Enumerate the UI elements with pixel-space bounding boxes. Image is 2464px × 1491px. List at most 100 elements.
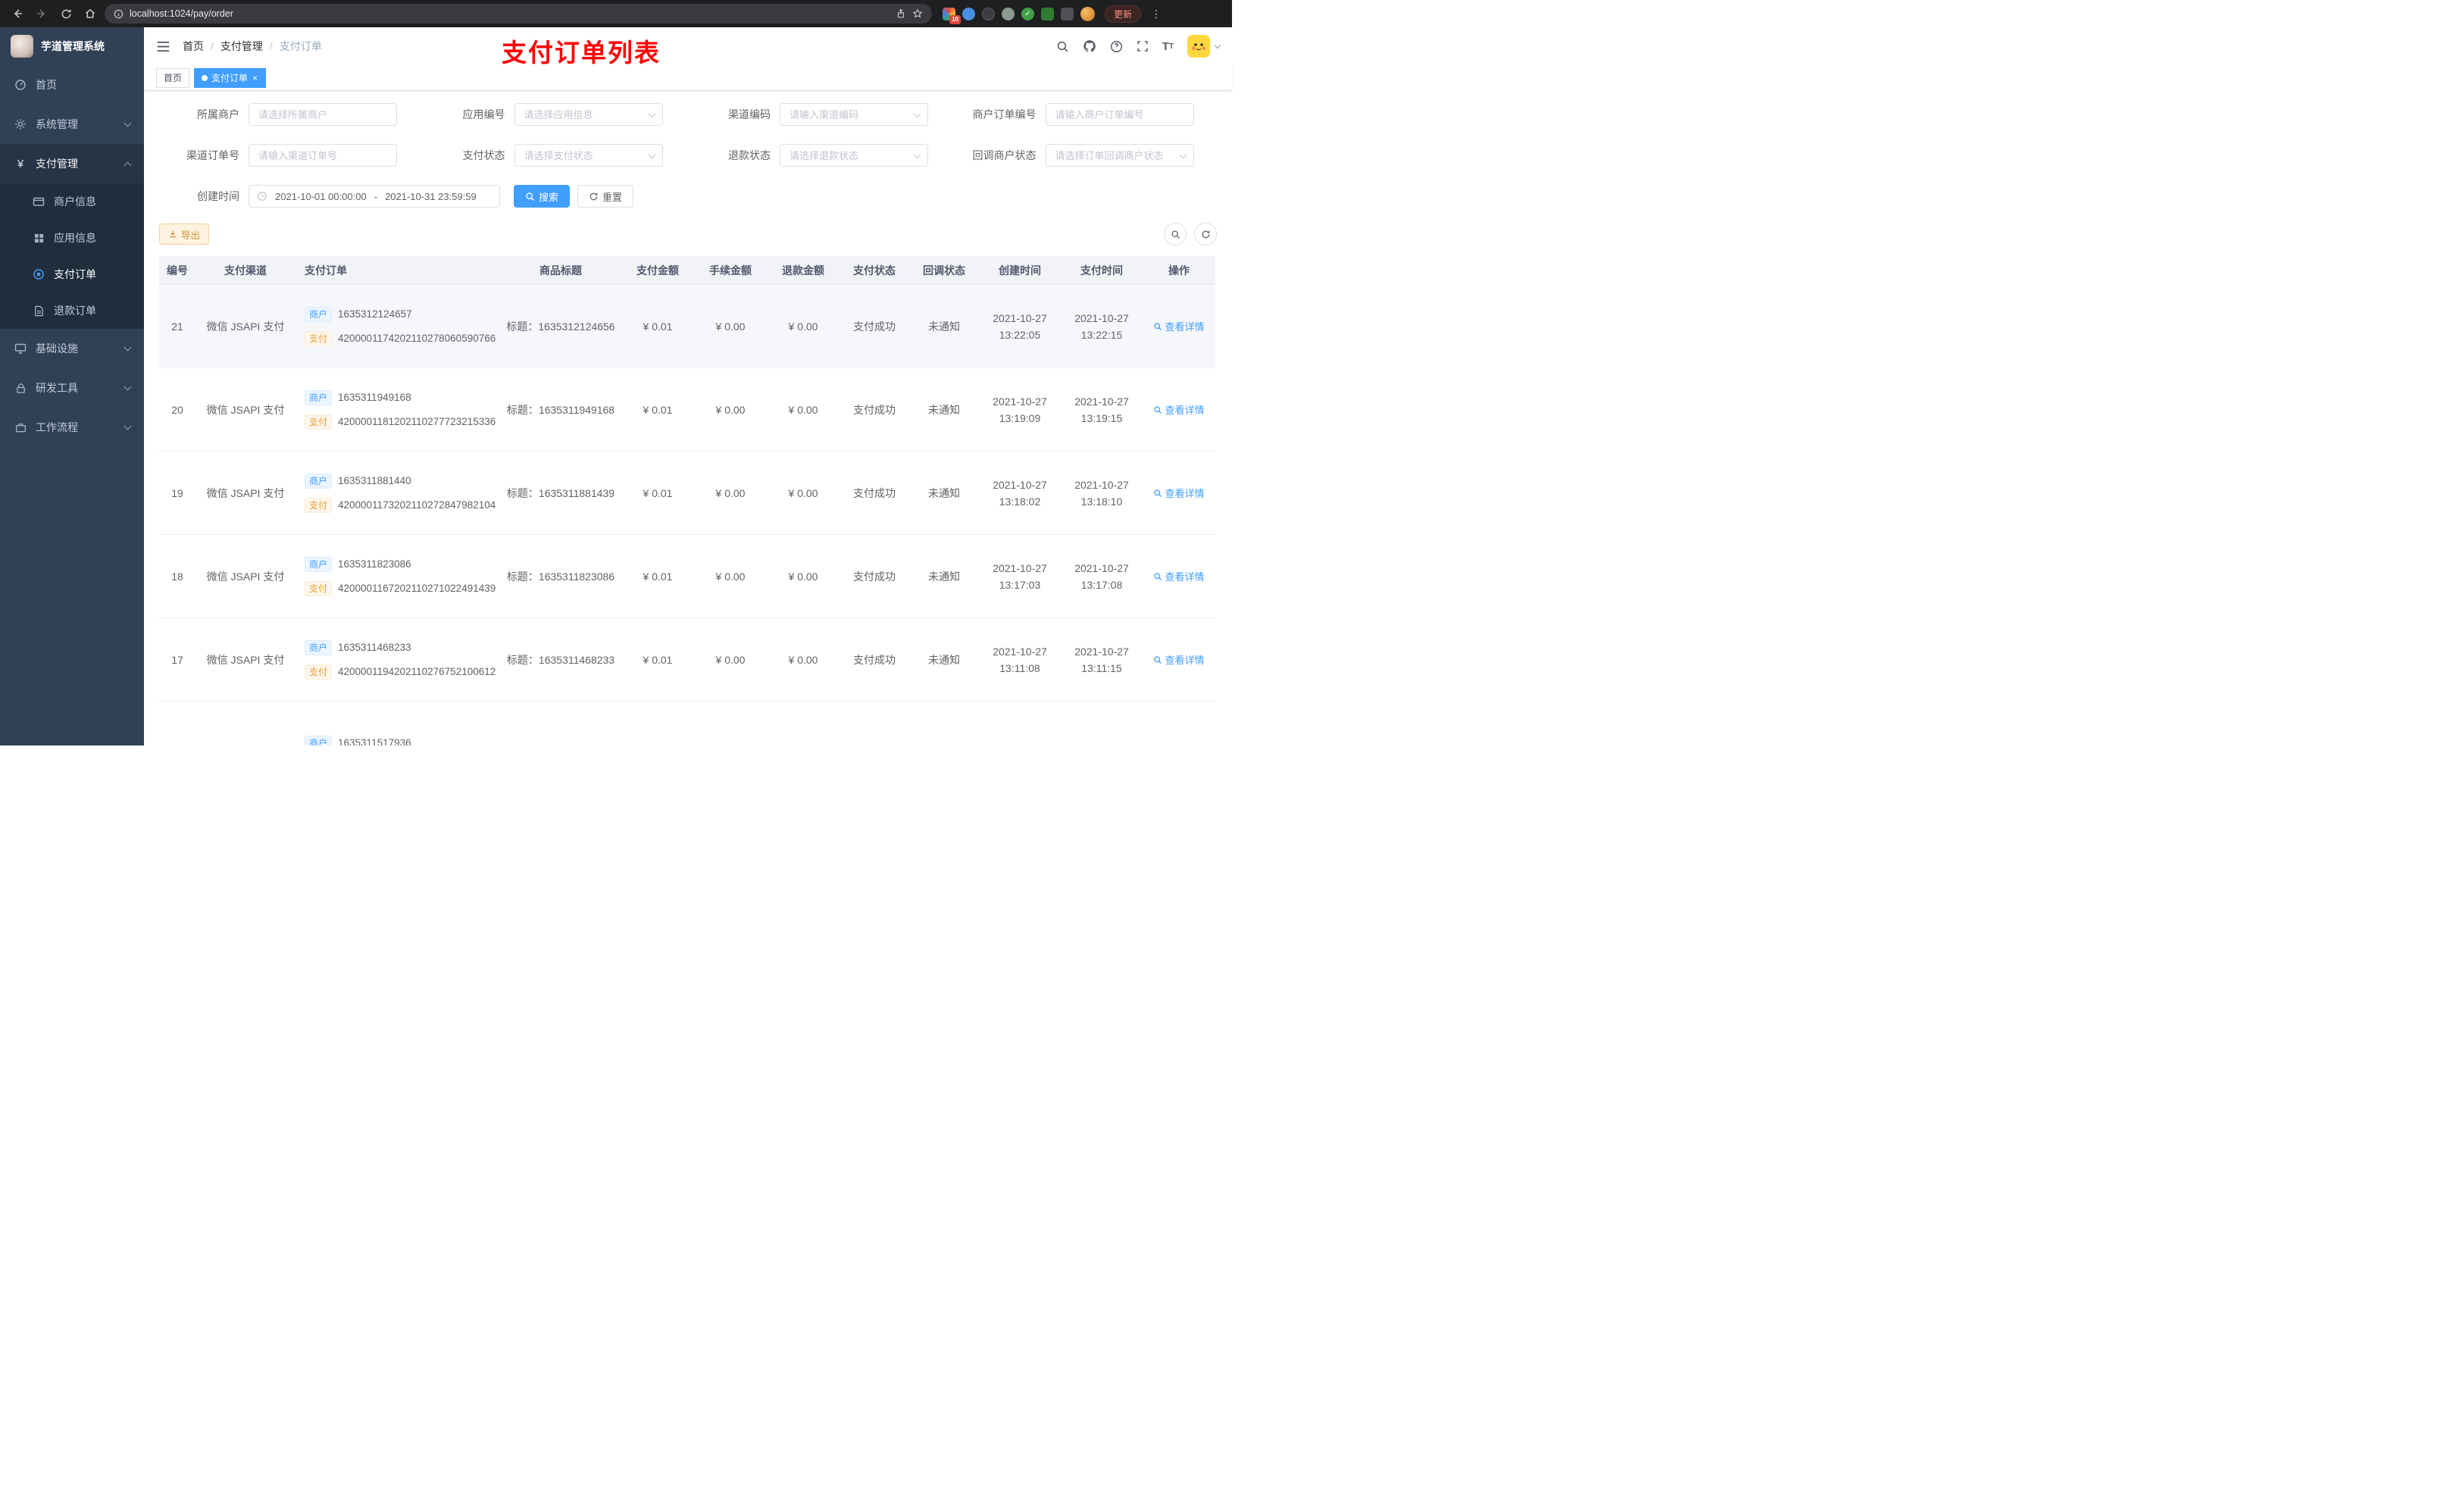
close-icon[interactable]: ×: [252, 73, 258, 83]
reload-icon[interactable]: [56, 4, 76, 23]
tab-home[interactable]: 首页: [156, 67, 190, 88]
create-time-range[interactable]: 2021-10-01 00:00:00 - 2021-10-31 23:59:5…: [249, 185, 500, 208]
search-icon[interactable]: [1056, 40, 1069, 53]
view-detail-link[interactable]: 查看详情: [1153, 569, 1205, 583]
url-bar[interactable]: localhost:1024/pay/order: [105, 4, 932, 23]
sidebar-item-devtools[interactable]: 研发工具: [0, 368, 144, 408]
fullscreen-icon[interactable]: [1137, 40, 1149, 52]
filter-label: 所属商户: [197, 108, 239, 120]
channel-order-no: 4200001173202110272847982104: [338, 499, 496, 511]
extension-icon-colorful[interactable]: 10: [943, 7, 961, 24]
merchant-order-no-input[interactable]: [1045, 103, 1194, 126]
monitor-icon: [14, 342, 27, 355]
table-row[interactable]: 21 微信 JSAPI 支付 商户 1635312124657 支付 4200001…: [159, 285, 1215, 368]
back-icon[interactable]: [8, 4, 27, 23]
cell-amount: ¥ 0.01: [643, 320, 673, 333]
cell-notify: 未通知: [928, 403, 960, 416]
url-text[interactable]: localhost:1024/pay/order: [130, 8, 890, 19]
view-detail-link[interactable]: 查看详情: [1153, 402, 1205, 417]
extension-icon-dark-circle[interactable]: [982, 7, 995, 20]
cell-status: 支付成功: [853, 570, 896, 583]
extension-icon-gray[interactable]: [1002, 7, 1015, 20]
table-row[interactable]: 商户 1635311517936: [159, 702, 1215, 746]
breadcrumb-payment[interactable]: 支付管理: [220, 39, 263, 54]
channel-code-select[interactable]: [780, 103, 928, 126]
help-icon[interactable]: [1110, 40, 1123, 53]
app-no-select[interactable]: [514, 103, 663, 126]
cell-action: 查看详情: [1143, 569, 1215, 583]
extension-icon-green-check[interactable]: ✓: [1021, 7, 1034, 20]
sidebar-item-label: 研发工具: [36, 382, 78, 394]
sidebar-item-system[interactable]: 系统管理: [0, 105, 144, 144]
cell-id: 18: [171, 570, 183, 583]
merchant-order-no: 1635311949168: [338, 392, 411, 403]
cell-amount: ¥ 0.01: [643, 653, 673, 666]
table-row[interactable]: 20 微信 JSAPI 支付 商户 1635311949168 支付 4200001…: [159, 368, 1215, 452]
font-size-icon[interactable]: TT: [1162, 40, 1174, 53]
reset-button[interactable]: 重置: [577, 185, 634, 208]
toggle-search-icon[interactable]: [1164, 223, 1187, 245]
extensions-puzzle-icon[interactable]: [1061, 7, 1074, 20]
chevron-down-icon: [124, 119, 132, 127]
site-info-icon[interactable]: [114, 9, 124, 19]
cell-pay-time: 2021-10-27 13:11:15: [1074, 645, 1129, 674]
target-icon: [32, 268, 45, 280]
table-row[interactable]: 18 微信 JSAPI 支付 商户 1635311823086 支付 4200001…: [159, 535, 1215, 618]
sidebar-item-label: 首页: [36, 79, 57, 91]
pay-status-select[interactable]: [514, 144, 663, 167]
sidebar-item-workflow[interactable]: 工作流程: [0, 408, 144, 447]
sidebar-item-app-info[interactable]: 应用信息: [0, 220, 144, 256]
view-detail-link[interactable]: 查看详情: [1153, 486, 1205, 500]
filter-row-time: 创建时间 2021-10-01 00:00:00 - 2021-10-31 23…: [159, 185, 1217, 208]
channel-order-no: 4200001181202110277723215336: [338, 416, 496, 427]
chevron-down-icon: [124, 343, 132, 351]
channel-order-no-input[interactable]: [249, 144, 397, 167]
clock-icon: [257, 191, 267, 202]
extension-icon-green-square[interactable]: [1041, 7, 1054, 20]
breadcrumb-home[interactable]: 首页: [183, 39, 204, 54]
search-button-label: 搜索: [539, 191, 559, 203]
col-pay-time: 支付时间: [1080, 264, 1123, 277]
notify-status-select[interactable]: [1045, 144, 1194, 167]
share-icon[interactable]: [896, 8, 906, 19]
sidebar-item-home[interactable]: 首页: [0, 65, 144, 105]
search-button[interactable]: 搜索: [514, 185, 571, 208]
home-icon[interactable]: [80, 4, 100, 23]
date-end: 2021-10-31 23:59:59: [385, 190, 477, 202]
tab-pay-order[interactable]: 支付订单 ×: [194, 67, 267, 88]
app-logo[interactable]: 芋道管理系统: [0, 27, 144, 65]
view-detail-link[interactable]: 查看详情: [1153, 652, 1205, 667]
user-menu[interactable]: [1187, 35, 1221, 58]
export-button[interactable]: 导出: [159, 223, 210, 245]
bookmark-star-icon[interactable]: [912, 8, 923, 19]
col-amount: 支付金额: [636, 264, 679, 277]
sidebar-item-infra[interactable]: 基础设施: [0, 329, 144, 368]
cell-action: 查看详情: [1143, 319, 1215, 333]
cell-status: 支付成功: [853, 653, 896, 666]
table-row[interactable]: 17 微信 JSAPI 支付 商户 1635311468233 支付 4200001…: [159, 618, 1215, 702]
cell-channel: 微信 JSAPI 支付: [206, 320, 285, 333]
browser-menu-icon[interactable]: ⋮: [1148, 8, 1165, 20]
filter-label: 回调商户状态: [972, 149, 1037, 161]
github-icon[interactable]: [1083, 39, 1096, 53]
browser-update-button[interactable]: 更新: [1105, 5, 1142, 23]
refund-status-select[interactable]: [780, 144, 928, 167]
sidebar-item-pay-order[interactable]: 支付订单: [0, 256, 144, 292]
table-row[interactable]: 19 微信 JSAPI 支付 商户 1635311881440 支付 4200001…: [159, 452, 1215, 535]
forward-icon[interactable]: [32, 4, 52, 23]
col-status: 支付状态: [853, 264, 896, 277]
breadcrumb: 首页 / 支付管理 / 支付订单: [183, 39, 322, 54]
hamburger-icon[interactable]: [156, 39, 170, 54]
sidebar-item-payment[interactable]: ¥ 支付管理: [0, 144, 144, 183]
card-icon: [32, 195, 45, 208]
refresh-icon[interactable]: [1194, 223, 1217, 245]
cell-order: 商户 1635311881440 支付 4200001173202110272847…: [295, 473, 500, 513]
sidebar-item-merchant-info[interactable]: 商户信息: [0, 183, 144, 220]
cell-refund: ¥ 0.00: [788, 403, 818, 416]
extension-icon-blue[interactable]: [962, 7, 975, 20]
browser-profile-avatar[interactable]: [1080, 6, 1095, 21]
merchant-filter-input[interactable]: [249, 103, 397, 126]
merchant-order-no: 1635311517936: [338, 737, 411, 746]
view-detail-link[interactable]: 查看详情: [1153, 319, 1205, 333]
sidebar-item-refund-order[interactable]: 退款订单: [0, 292, 144, 329]
